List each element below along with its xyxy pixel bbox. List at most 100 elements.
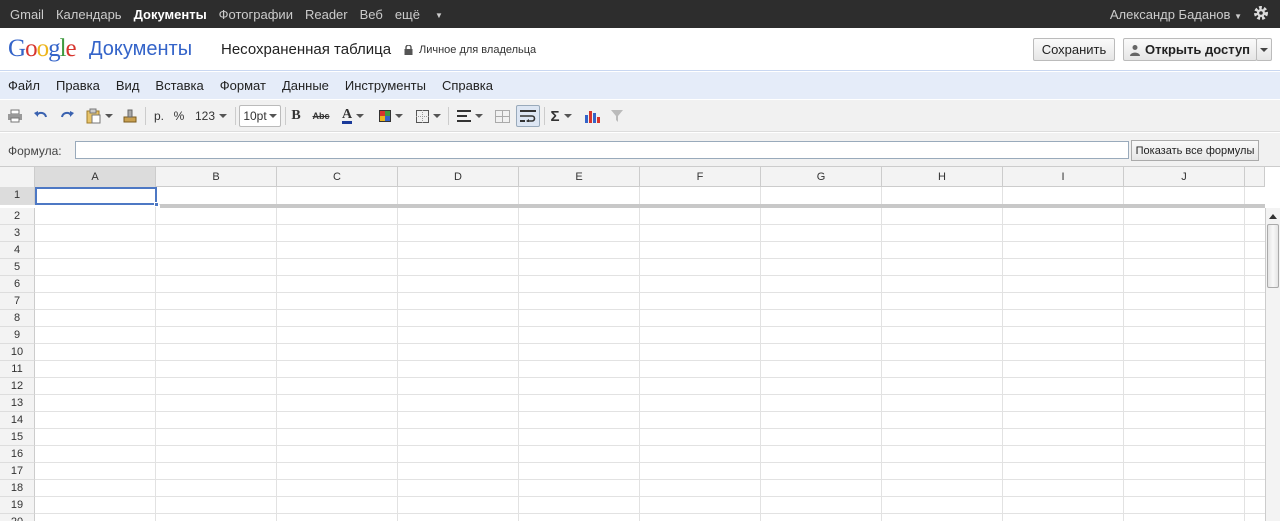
menu-help[interactable]: Справка: [442, 78, 493, 93]
chevron-down-icon: [219, 114, 228, 118]
fill-color-icon: [379, 110, 391, 122]
menu-view[interactable]: Вид: [116, 78, 140, 93]
row-header-20[interactable]: 20: [0, 514, 35, 521]
gbar-link-reader[interactable]: Reader: [305, 7, 348, 22]
fill-color-dropdown[interactable]: [377, 105, 405, 127]
arrow-up-icon: [1269, 213, 1277, 219]
column-header-f[interactable]: F: [640, 167, 761, 187]
logo-product-name[interactable]: Документы: [89, 38, 192, 61]
percent-format-button[interactable]: %: [171, 105, 187, 127]
formula-input[interactable]: [75, 141, 1129, 159]
row-header-14[interactable]: 14: [0, 412, 35, 429]
frozen-row-divider[interactable]: [160, 204, 1265, 208]
row-gridline: [35, 309, 1265, 310]
select-all-corner[interactable]: [0, 167, 35, 187]
insert-chart-button[interactable]: [582, 105, 602, 127]
menu-tools[interactable]: Инструменты: [345, 78, 426, 93]
row-header-11[interactable]: 11: [0, 361, 35, 378]
column-header-g[interactable]: G: [761, 167, 882, 187]
document-title[interactable]: Несохраненная таблица: [221, 41, 391, 58]
row-header-17[interactable]: 17: [0, 463, 35, 480]
paint-format-button[interactable]: [120, 105, 140, 127]
paint-roller-icon: [123, 109, 137, 123]
show-all-formulas-button[interactable]: Показать все формулы: [1131, 140, 1259, 161]
row-header-16[interactable]: 16: [0, 446, 35, 463]
paste-button[interactable]: [83, 105, 115, 127]
gbar-more[interactable]: ещё ▼: [395, 7, 455, 22]
share-dropdown-button[interactable]: [1256, 38, 1272, 61]
strikethrough-button[interactable]: Abc: [311, 105, 331, 127]
column-gridline: [155, 187, 156, 521]
number-format-dropdown[interactable]: 123: [192, 105, 230, 127]
privacy-label: Личное для владельца: [419, 44, 537, 56]
borders-dropdown[interactable]: [414, 105, 442, 127]
column-header-c[interactable]: C: [277, 167, 398, 187]
user-menu[interactable]: Александр Баданов ▼: [1110, 7, 1242, 22]
undo-icon: [34, 111, 47, 118]
row-header-1[interactable]: 1: [0, 187, 35, 205]
toolbar-separator: [145, 107, 146, 125]
merge-cells-button[interactable]: [492, 105, 512, 127]
gbar-link-calendar[interactable]: Календарь: [56, 7, 122, 22]
redo-icon: [61, 111, 74, 118]
gear-icon[interactable]: [1252, 4, 1270, 22]
menu-data[interactable]: Данные: [282, 78, 329, 93]
functions-dropdown[interactable]: Σ: [547, 105, 575, 127]
scrollbar-thumb[interactable]: [1267, 224, 1279, 288]
share-button[interactable]: Открыть доступ: [1123, 38, 1257, 61]
row-header-4[interactable]: 4: [0, 242, 35, 259]
gbar-link-web[interactable]: Веб: [360, 7, 383, 22]
active-cell[interactable]: [35, 187, 157, 205]
align-dropdown[interactable]: [455, 105, 485, 127]
chevron-down-icon: [475, 114, 483, 118]
row-header-5[interactable]: 5: [0, 259, 35, 276]
column-header-j[interactable]: J: [1124, 167, 1245, 187]
column-header-h[interactable]: H: [882, 167, 1003, 187]
save-button[interactable]: Сохранить: [1033, 38, 1115, 61]
column-gridline: [518, 187, 519, 521]
column-gridline: [397, 187, 398, 521]
row-header-13[interactable]: 13: [0, 395, 35, 412]
row-header-8[interactable]: 8: [0, 310, 35, 327]
gbar-link-gmail[interactable]: Gmail: [10, 7, 44, 22]
fill-handle[interactable]: [154, 202, 159, 207]
scroll-up-arrow[interactable]: [1267, 210, 1279, 222]
row-header-2[interactable]: 2: [0, 208, 35, 225]
menu-format[interactable]: Формат: [220, 78, 266, 93]
filter-button[interactable]: [607, 105, 627, 127]
toolbar-separator: [544, 107, 545, 125]
row-gridline: [35, 428, 1265, 429]
undo-button[interactable]: [31, 105, 51, 127]
column-header-d[interactable]: D: [398, 167, 519, 187]
text-color-dropdown[interactable]: A: [337, 105, 369, 127]
gbar-link-docs[interactable]: Документы: [134, 7, 207, 22]
google-logo[interactable]: Google: [8, 35, 77, 63]
redo-button[interactable]: [57, 105, 77, 127]
gbar-link-photos[interactable]: Фотографии: [219, 7, 293, 22]
row-header-15[interactable]: 15: [0, 429, 35, 446]
row-header-18[interactable]: 18: [0, 480, 35, 497]
column-header-b[interactable]: B: [156, 167, 277, 187]
menu-file[interactable]: Файл: [8, 78, 40, 93]
spreadsheet-grid: ABCDEFGHIJ 1 2 3 4 5 6 7 8 9 10 11 12 13 14 15 16 17 18 19…: [0, 167, 1280, 521]
privacy-status[interactable]: Личное для владельца: [404, 44, 536, 56]
font-size-dropdown[interactable]: 10pt: [239, 105, 281, 127]
row-header-9[interactable]: 9: [0, 327, 35, 344]
column-header-a[interactable]: A: [35, 167, 156, 187]
column-header-e[interactable]: E: [519, 167, 640, 187]
print-button[interactable]: [5, 105, 25, 127]
menu-edit[interactable]: Правка: [56, 78, 100, 93]
row-header-6[interactable]: 6: [0, 276, 35, 293]
row-header-10[interactable]: 10: [0, 344, 35, 361]
column-header-i[interactable]: I: [1003, 167, 1124, 187]
vertical-scrollbar[interactable]: [1265, 208, 1280, 521]
menu-insert[interactable]: Вставка: [155, 78, 203, 93]
sum-icon: Σ: [550, 107, 560, 125]
row-header-7[interactable]: 7: [0, 293, 35, 310]
wrap-text-button[interactable]: [516, 105, 540, 127]
currency-format-button[interactable]: р.: [151, 105, 167, 127]
row-header-3[interactable]: 3: [0, 225, 35, 242]
row-header-19[interactable]: 19: [0, 497, 35, 514]
bold-button[interactable]: B: [288, 105, 304, 127]
row-header-12[interactable]: 12: [0, 378, 35, 395]
